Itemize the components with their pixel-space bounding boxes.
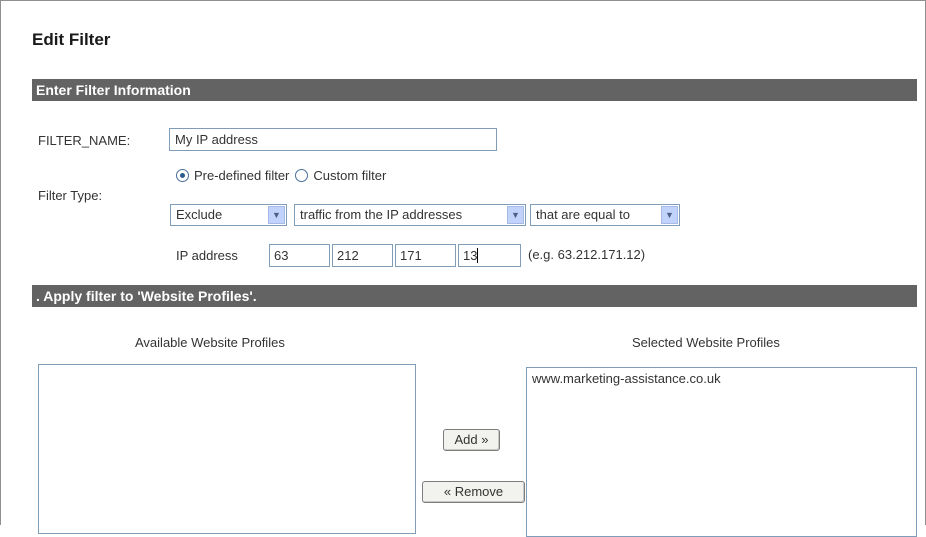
chevron-down-icon[interactable]: ▼ <box>268 206 285 224</box>
filter-type-label: Filter Type: <box>38 188 103 203</box>
radio-custom-label[interactable]: Custom filter <box>313 168 386 183</box>
radio-unselected-icon[interactable] <box>295 169 309 182</box>
filter-name-label: FILTER_NAME: <box>38 133 131 148</box>
add-button[interactable]: Add » <box>443 429 500 451</box>
selected-profiles-label: Selected Website Profiles <box>632 335 780 350</box>
ip-octet-2-input[interactable]: 212 <box>332 244 393 267</box>
available-profiles-listbox[interactable] <box>38 364 416 534</box>
text-caret <box>477 248 479 263</box>
page-title: Edit Filter <box>32 30 111 49</box>
ip-example-hint: (e.g. 63.212.171.12) <box>528 247 646 262</box>
list-item[interactable]: www.marketing-assistance.co.uk <box>532 371 911 386</box>
section-header-filter-info: Enter Filter Information <box>32 79 917 101</box>
available-profiles-label: Available Website Profiles <box>135 335 285 350</box>
ip-octet-1-input[interactable]: 63 <box>269 244 330 267</box>
ip-octet-4-input[interactable]: 13 <box>458 244 521 267</box>
condition-select-value: that are equal to <box>536 207 630 222</box>
filter-name-input[interactable]: My IP address <box>169 128 497 151</box>
chevron-down-icon[interactable]: ▼ <box>661 206 678 224</box>
action-select[interactable]: Exclude ▼ <box>170 204 287 226</box>
ip-octet-3-input[interactable]: 171 <box>395 244 456 267</box>
source-select[interactable]: traffic from the IP addresses ▼ <box>294 204 526 226</box>
selected-profiles-listbox[interactable]: www.marketing-assistance.co.uk <box>526 367 917 537</box>
remove-button[interactable]: « Remove <box>422 481 525 503</box>
radio-predefined-label[interactable]: Pre-defined filter <box>194 168 289 183</box>
chevron-down-icon[interactable]: ▼ <box>507 206 524 224</box>
ip-octet-4-value: 13 <box>463 248 478 263</box>
condition-select[interactable]: that are equal to ▼ <box>530 204 680 226</box>
action-select-value: Exclude <box>176 207 223 222</box>
section-header-apply-filter: . Apply filter to 'Website Profiles'. <box>32 285 917 307</box>
ip-address-label: IP address <box>176 248 238 263</box>
radio-selected-icon[interactable] <box>176 169 189 182</box>
source-select-value: traffic from the IP addresses <box>300 207 463 222</box>
filter-type-radio-group: Pre-defined filter Custom filter <box>176 168 392 183</box>
